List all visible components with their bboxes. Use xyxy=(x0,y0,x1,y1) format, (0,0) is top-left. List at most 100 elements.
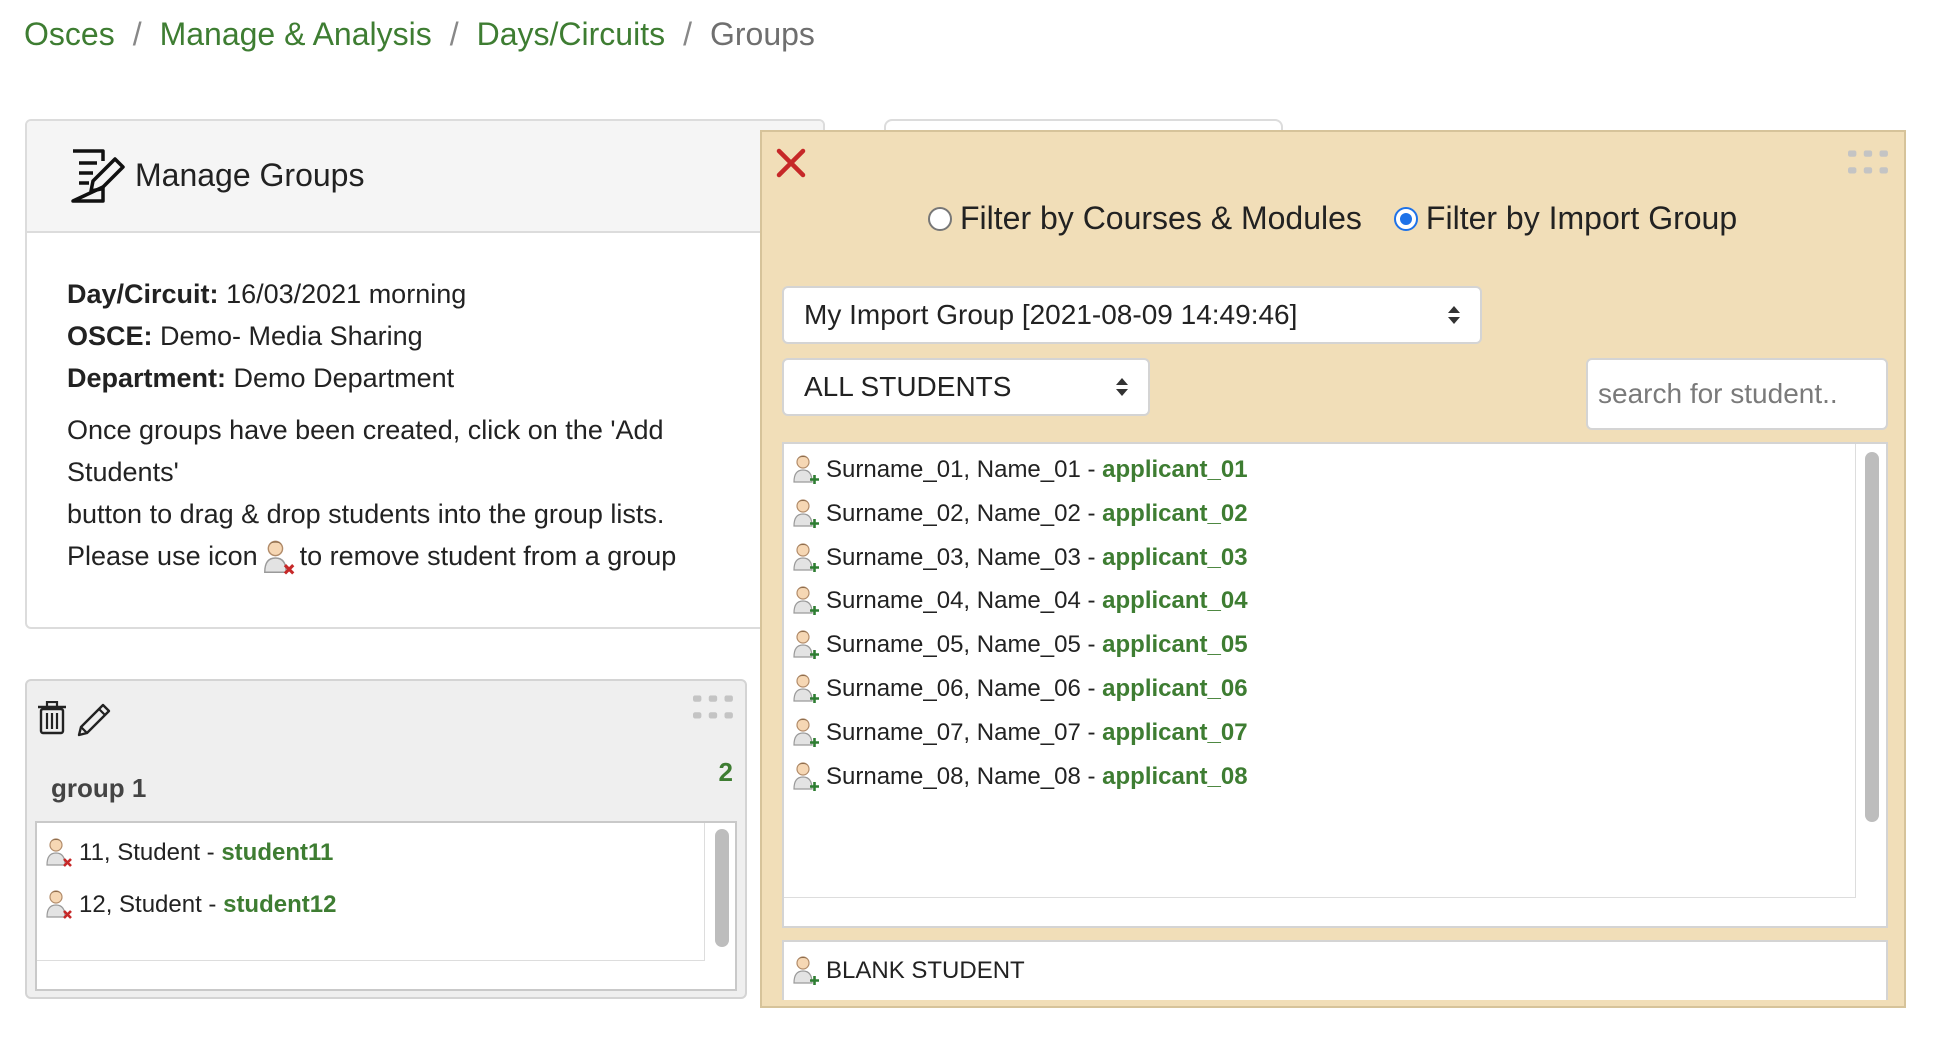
member-username: student11 xyxy=(221,839,334,866)
filter-courses-label: Filter by Courses & Modules xyxy=(960,200,1362,236)
breadcrumb-link-days-circuits[interactable]: Days/Circuits xyxy=(477,16,665,52)
student-separator: - xyxy=(1080,544,1103,571)
student-username: applicant_02 xyxy=(1102,500,1248,527)
breadcrumb-separator: / xyxy=(449,16,459,52)
user-remove-icon[interactable] xyxy=(45,836,73,870)
students-list-scrollbar[interactable] xyxy=(1865,452,1879,822)
student-row[interactable]: Surname_07, Name_07 - applicant_07 xyxy=(792,713,1248,753)
group-card: group 1 2 11, Student - student11 12, St… xyxy=(25,679,747,999)
breadcrumb-separator: / xyxy=(683,16,692,52)
student-label: Surname_07, Name_07 - applicant_07 xyxy=(826,719,1248,747)
osce-value: Demo- Media Sharing xyxy=(160,321,423,351)
user-remove-icon xyxy=(262,539,294,575)
import-group-select[interactable]: My Import Group [2021-08-09 14:49:46] xyxy=(782,286,1482,344)
student-row[interactable]: Surname_04, Name_04 - applicant_04 xyxy=(792,581,1248,621)
available-students-rows: Surname_01, Name_01 - applicant_01 Surna… xyxy=(784,444,1856,898)
student-name: Surname_05, Name_05 xyxy=(826,631,1081,658)
student-label: Surname_02, Name_02 - applicant_02 xyxy=(826,500,1248,528)
day-circuit-value: 16/03/2021 morning xyxy=(226,279,467,309)
available-students-list[interactable]: Surname_01, Name_01 - applicant_01 Surna… xyxy=(782,442,1888,928)
student-separator: - xyxy=(1080,675,1103,702)
student-name: Surname_04, Name_04 xyxy=(826,587,1081,614)
instructions-text: Once groups have been created, click on … xyxy=(67,409,747,577)
breadcrumb-separator: / xyxy=(132,16,142,52)
manage-groups-title: Manage Groups xyxy=(135,157,365,193)
user-add-icon[interactable] xyxy=(792,453,820,487)
student-separator: - xyxy=(1080,587,1103,614)
student-label: Surname_04, Name_04 - applicant_04 xyxy=(826,587,1248,615)
member-username: student12 xyxy=(223,891,337,918)
blank-student-label: BLANK STUDENT xyxy=(826,957,1025,984)
student-search-input[interactable] xyxy=(1586,358,1888,430)
student-row[interactable]: Surname_06, Name_06 - applicant_06 xyxy=(792,669,1248,709)
student-row[interactable]: Surname_05, Name_05 - applicant_05 xyxy=(792,625,1248,665)
student-username: applicant_04 xyxy=(1102,587,1248,614)
member-name: 11, Student xyxy=(79,839,200,866)
osce-label: OSCE: xyxy=(67,321,153,351)
user-add-icon[interactable] xyxy=(792,954,820,988)
filter-courses-radio[interactable] xyxy=(928,206,952,231)
student-row[interactable]: Surname_02, Name_02 - applicant_02 xyxy=(792,494,1248,534)
group-list-scrollbar[interactable] xyxy=(715,829,729,947)
student-name: Surname_07, Name_07 xyxy=(826,719,1081,746)
manage-groups-info: Day/Circuit: 16/03/2021 morning OSCE: De… xyxy=(27,233,747,577)
student-name: Surname_02, Name_02 xyxy=(826,500,1081,527)
student-name: Surname_06, Name_06 xyxy=(826,675,1081,702)
member-label: 12, Student - student12 xyxy=(79,891,336,919)
student-label: Surname_05, Name_05 - applicant_05 xyxy=(826,631,1248,659)
user-add-icon[interactable] xyxy=(792,541,820,575)
breadcrumb-link-manage-analysis[interactable]: Manage & Analysis xyxy=(160,16,432,52)
member-separator: - xyxy=(201,891,224,918)
students-filter-select[interactable]: ALL STUDENTS xyxy=(782,358,1150,416)
filter-import-radio[interactable] xyxy=(1393,206,1418,231)
group-member-rows: 11, Student - student11 12, Student - st… xyxy=(37,823,705,961)
member-name: 12, Student xyxy=(79,891,202,918)
instruction-line-3-post: to remove student from a group xyxy=(299,541,677,571)
student-row[interactable]: Surname_01, Name_01 - applicant_01 xyxy=(792,450,1248,490)
trash-icon[interactable] xyxy=(37,701,67,735)
student-username: applicant_05 xyxy=(1102,631,1248,658)
instruction-line-3-pre: Please use icon xyxy=(67,541,258,571)
student-name: Surname_03, Name_03 xyxy=(826,544,1081,571)
close-icon[interactable] xyxy=(776,148,806,178)
user-add-icon[interactable] xyxy=(792,497,820,531)
filter-import-option[interactable]: Filter by Import Group xyxy=(1393,200,1737,237)
manage-groups-header: Manage Groups xyxy=(27,121,823,233)
select-arrows-icon xyxy=(1448,306,1460,324)
student-name: Surname_08, Name_08 xyxy=(826,763,1081,790)
import-group-value: My Import Group [2021-08-09 14:49:46] xyxy=(804,299,1298,330)
pencil-icon[interactable] xyxy=(75,701,113,739)
blank-student-row[interactable]: BLANK STUDENT xyxy=(782,940,1888,1000)
student-label: Surname_01, Name_01 - applicant_01 xyxy=(826,456,1248,484)
group-member-list[interactable]: 11, Student - student11 12, Student - st… xyxy=(35,821,737,991)
students-filter-value: ALL STUDENTS xyxy=(804,371,1012,402)
add-students-panel: Filter by Courses & Modules Filter by Im… xyxy=(760,130,1906,1008)
student-separator: - xyxy=(1080,456,1103,483)
department-label: Department: xyxy=(67,363,227,393)
student-name: Surname_01, Name_01 xyxy=(826,456,1081,483)
student-username: applicant_01 xyxy=(1102,456,1248,483)
breadcrumb-link-osces[interactable]: Osces xyxy=(24,16,115,52)
student-row[interactable]: Surname_08, Name_08 - applicant_08 xyxy=(792,757,1248,797)
student-username: applicant_06 xyxy=(1102,675,1248,702)
filter-courses-option[interactable]: Filter by Courses & Modules xyxy=(928,200,1362,237)
instruction-line-3: Please use icon to remove student from a … xyxy=(67,535,747,577)
user-add-icon[interactable] xyxy=(792,628,820,662)
student-label: Surname_08, Name_08 - applicant_08 xyxy=(826,763,1248,791)
user-add-icon[interactable] xyxy=(792,716,820,750)
user-remove-icon[interactable] xyxy=(45,888,73,922)
student-row[interactable]: Surname_03, Name_03 - applicant_03 xyxy=(792,538,1248,578)
drag-handle-icon[interactable] xyxy=(1848,150,1890,176)
user-add-icon[interactable] xyxy=(792,584,820,618)
student-separator: - xyxy=(1080,631,1103,658)
group-member-row: 11, Student - student11 xyxy=(45,833,333,873)
student-username: applicant_03 xyxy=(1102,544,1248,571)
day-circuit-line: Day/Circuit: 16/03/2021 morning xyxy=(67,273,747,315)
select-arrows-icon xyxy=(1116,378,1128,396)
user-add-icon[interactable] xyxy=(792,672,820,706)
student-separator: - xyxy=(1080,719,1103,746)
manage-groups-card: Manage Groups Day/Circuit: 16/03/2021 mo… xyxy=(25,119,825,629)
member-label: 11, Student - student11 xyxy=(79,839,333,867)
user-add-icon[interactable] xyxy=(792,760,820,794)
drag-handle-icon[interactable] xyxy=(693,695,735,721)
